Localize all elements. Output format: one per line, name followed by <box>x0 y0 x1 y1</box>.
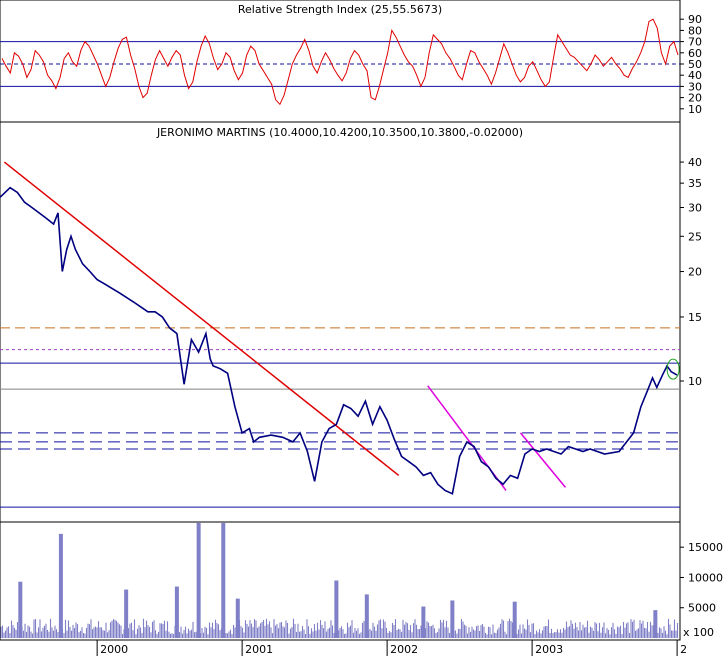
volume-ytick-label: 10000 <box>688 571 723 584</box>
volume-spike-bar <box>421 606 426 638</box>
volume-spike-bar <box>364 594 369 638</box>
xaxis-tick-label: 2002 <box>390 643 418 656</box>
volume-spike-bar <box>196 522 201 638</box>
rsi-ytick-label: 60 <box>688 47 702 60</box>
price-ytick-label: 40 <box>688 156 702 169</box>
volume-spike-bar <box>18 581 23 638</box>
volume-spike-bar <box>221 522 226 638</box>
price-ytick-label: 10 <box>688 375 702 388</box>
volume-spike-bar <box>653 610 658 638</box>
xaxis-tick-label: 2000 <box>100 643 128 656</box>
rsi-ytick-label: 30 <box>688 80 702 93</box>
xaxis-tick-label: 2003 <box>535 643 563 656</box>
rsi-ytick-label: 40 <box>688 69 702 82</box>
volume-spike-bar <box>450 600 455 638</box>
rsi-ytick-label: 50 <box>688 58 702 71</box>
xaxis-tick-label: 2 <box>680 643 687 656</box>
volume-ytick-label: 15000 <box>688 541 723 554</box>
volume-spike-bar <box>235 598 240 638</box>
rsi-ytick-label: 90 <box>688 13 702 26</box>
volume-spike-bar <box>334 580 339 638</box>
stock-chart: Relative Strength Index (25,55.5673) JER… <box>0 0 725 656</box>
rsi-ytick-label: 80 <box>688 24 702 37</box>
volume-spike-bar <box>174 586 179 638</box>
volume-spike-bar <box>58 533 63 638</box>
rsi-ytick-label: 70 <box>688 36 702 49</box>
price-ytick-label: 20 <box>688 266 702 279</box>
price-ytick-label: 35 <box>688 177 702 190</box>
rsi-ytick-label: 20 <box>688 92 702 105</box>
rsi-title: Relative Strength Index (25,55.5673) <box>238 3 442 16</box>
volume-unit-label: x 100 <box>683 626 714 639</box>
volume-spike-bar <box>512 601 517 638</box>
price-ytick-label: 15 <box>688 311 702 324</box>
xaxis-tick-label: 2001 <box>245 643 273 656</box>
price-ytick-label: 30 <box>688 202 702 215</box>
price-title: JERONIMO MARTINS (10.4000,10.4200,10.350… <box>156 126 523 139</box>
volume-spike-bar <box>124 589 129 638</box>
price-ytick-label: 25 <box>688 230 702 243</box>
volume-ytick-label: 5000 <box>688 602 716 615</box>
rsi-ytick-label: 10 <box>688 103 702 116</box>
